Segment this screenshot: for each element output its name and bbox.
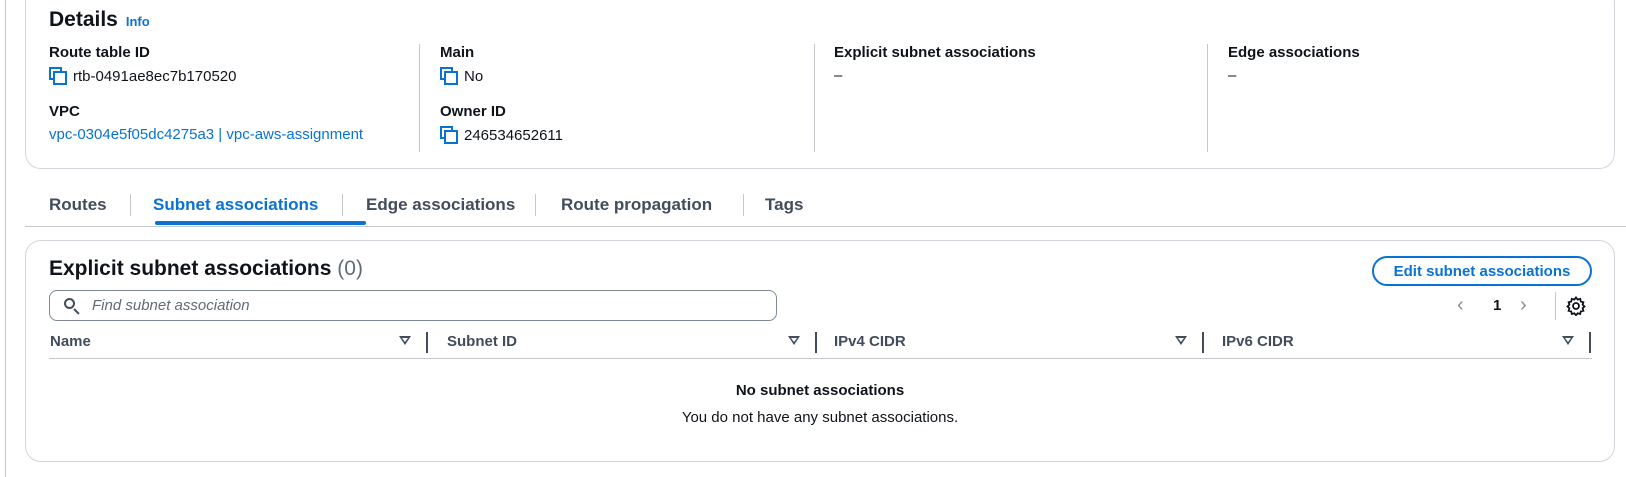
details-column-4: Edge associations –	[1228, 44, 1360, 102]
vpc-value-row: vpc-0304e5f05dc4275a3 | vpc-aws-assignme…	[49, 126, 363, 143]
edge-associations-field: Edge associations –	[1228, 44, 1360, 84]
tab-separator	[535, 194, 536, 216]
details-column-3: Explicit subnet associations –	[834, 44, 1036, 102]
main-value: No	[464, 67, 484, 85]
tab-separator	[130, 194, 131, 216]
tab-tags[interactable]: Tags	[765, 195, 803, 215]
column-resize-handle[interactable]	[426, 332, 428, 353]
route-table-id-label: Route table ID	[49, 44, 150, 61]
search-box[interactable]	[49, 290, 777, 321]
details-column-1: Route table ID rtb-0491ae8ec7b170520 VPC…	[49, 44, 363, 161]
gear-icon[interactable]	[1566, 296, 1586, 316]
main-field: Main No	[440, 44, 563, 85]
column-header-ipv4-cidr[interactable]: IPv4 CIDR	[834, 333, 906, 350]
column-header-subnet-id[interactable]: Subnet ID	[447, 333, 517, 350]
column-divider	[1207, 44, 1208, 152]
owner-id-value: 246534652611	[464, 126, 563, 144]
explicit-subnet-associations-value: –	[834, 67, 843, 84]
pagination-separator	[1555, 292, 1556, 320]
copy-icon[interactable]	[440, 67, 458, 85]
sort-icon[interactable]	[399, 336, 411, 345]
empty-state-title: No subnet associations	[735, 382, 905, 399]
explicit-subnet-associations-field: Explicit subnet associations –	[834, 44, 1036, 84]
route-table-id-value: rtb-0491ae8ec7b170520	[73, 67, 237, 85]
subnet-associations-title: Explicit subnet associations (0)	[49, 257, 363, 281]
owner-id-field: Owner ID 246534652611	[440, 103, 563, 144]
tab-edge-associations[interactable]: Edge associations	[366, 195, 515, 215]
tab-bar: Routes Subnet associations Edge associat…	[25, 186, 1626, 227]
edge-associations-label: Edge associations	[1228, 44, 1360, 61]
search-icon	[64, 297, 80, 315]
left-rule	[5, 0, 6, 477]
empty-state-description: You do not have any subnet associations.	[681, 409, 959, 426]
column-header-ipv6-cidr[interactable]: IPv6 CIDR	[1222, 333, 1294, 350]
tab-route-propagation[interactable]: Route propagation	[561, 195, 712, 215]
owner-id-value-row: 246534652611	[440, 126, 563, 144]
column-resize-handle[interactable]	[1589, 332, 1591, 353]
vpc-label: VPC	[49, 103, 80, 120]
route-table-id-field: Route table ID rtb-0491ae8ec7b170520	[49, 44, 363, 85]
copy-icon[interactable]	[49, 67, 67, 85]
sort-icon[interactable]	[1562, 336, 1574, 345]
table-header: Name Subnet ID IPv4 CIDR IPv6 CIDR	[49, 329, 1592, 359]
column-divider	[814, 44, 815, 152]
sort-icon[interactable]	[788, 336, 800, 345]
search-input[interactable]	[90, 296, 694, 315]
owner-id-label: Owner ID	[440, 103, 506, 120]
info-link[interactable]: Info	[126, 14, 150, 29]
details-column-2: Main No Owner ID 246534652611	[440, 44, 563, 162]
tab-separator	[743, 194, 744, 216]
column-resize-handle[interactable]	[815, 332, 817, 353]
pagination-prev-button[interactable]: ‹	[1457, 295, 1464, 315]
copy-icon[interactable]	[440, 126, 458, 144]
route-table-page: Details Info Route table ID rtb-0491ae8e…	[0, 0, 1626, 477]
explicit-subnet-associations-label: Explicit subnet associations	[834, 44, 1036, 61]
subnet-associations-count: (0)	[337, 257, 363, 280]
tab-routes[interactable]: Routes	[49, 195, 107, 215]
edge-associations-value: –	[1228, 67, 1237, 84]
column-header-name[interactable]: Name	[50, 333, 91, 350]
vpc-link[interactable]: vpc-0304e5f05dc4275a3 | vpc-aws-assignme…	[49, 126, 363, 143]
active-tab-indicator	[155, 221, 366, 225]
subnet-associations-title-text: Explicit subnet associations	[49, 257, 332, 280]
vpc-field: VPC vpc-0304e5f05dc4275a3 | vpc-aws-assi…	[49, 103, 363, 143]
sort-icon[interactable]	[1175, 336, 1187, 345]
pagination-page-1[interactable]: 1	[1493, 297, 1501, 314]
details-title: Details	[49, 8, 118, 31]
column-divider	[419, 44, 420, 152]
tab-separator	[342, 194, 343, 216]
edit-subnet-associations-button[interactable]: Edit subnet associations	[1372, 256, 1592, 286]
pagination-next-button[interactable]: ›	[1520, 295, 1527, 315]
column-resize-handle[interactable]	[1202, 332, 1204, 353]
details-header: Details Info	[49, 8, 150, 32]
main-value-row: No	[440, 67, 563, 85]
route-table-id-value-row: rtb-0491ae8ec7b170520	[49, 67, 363, 85]
main-label: Main	[440, 44, 475, 61]
tab-subnet-associations[interactable]: Subnet associations	[153, 195, 318, 215]
